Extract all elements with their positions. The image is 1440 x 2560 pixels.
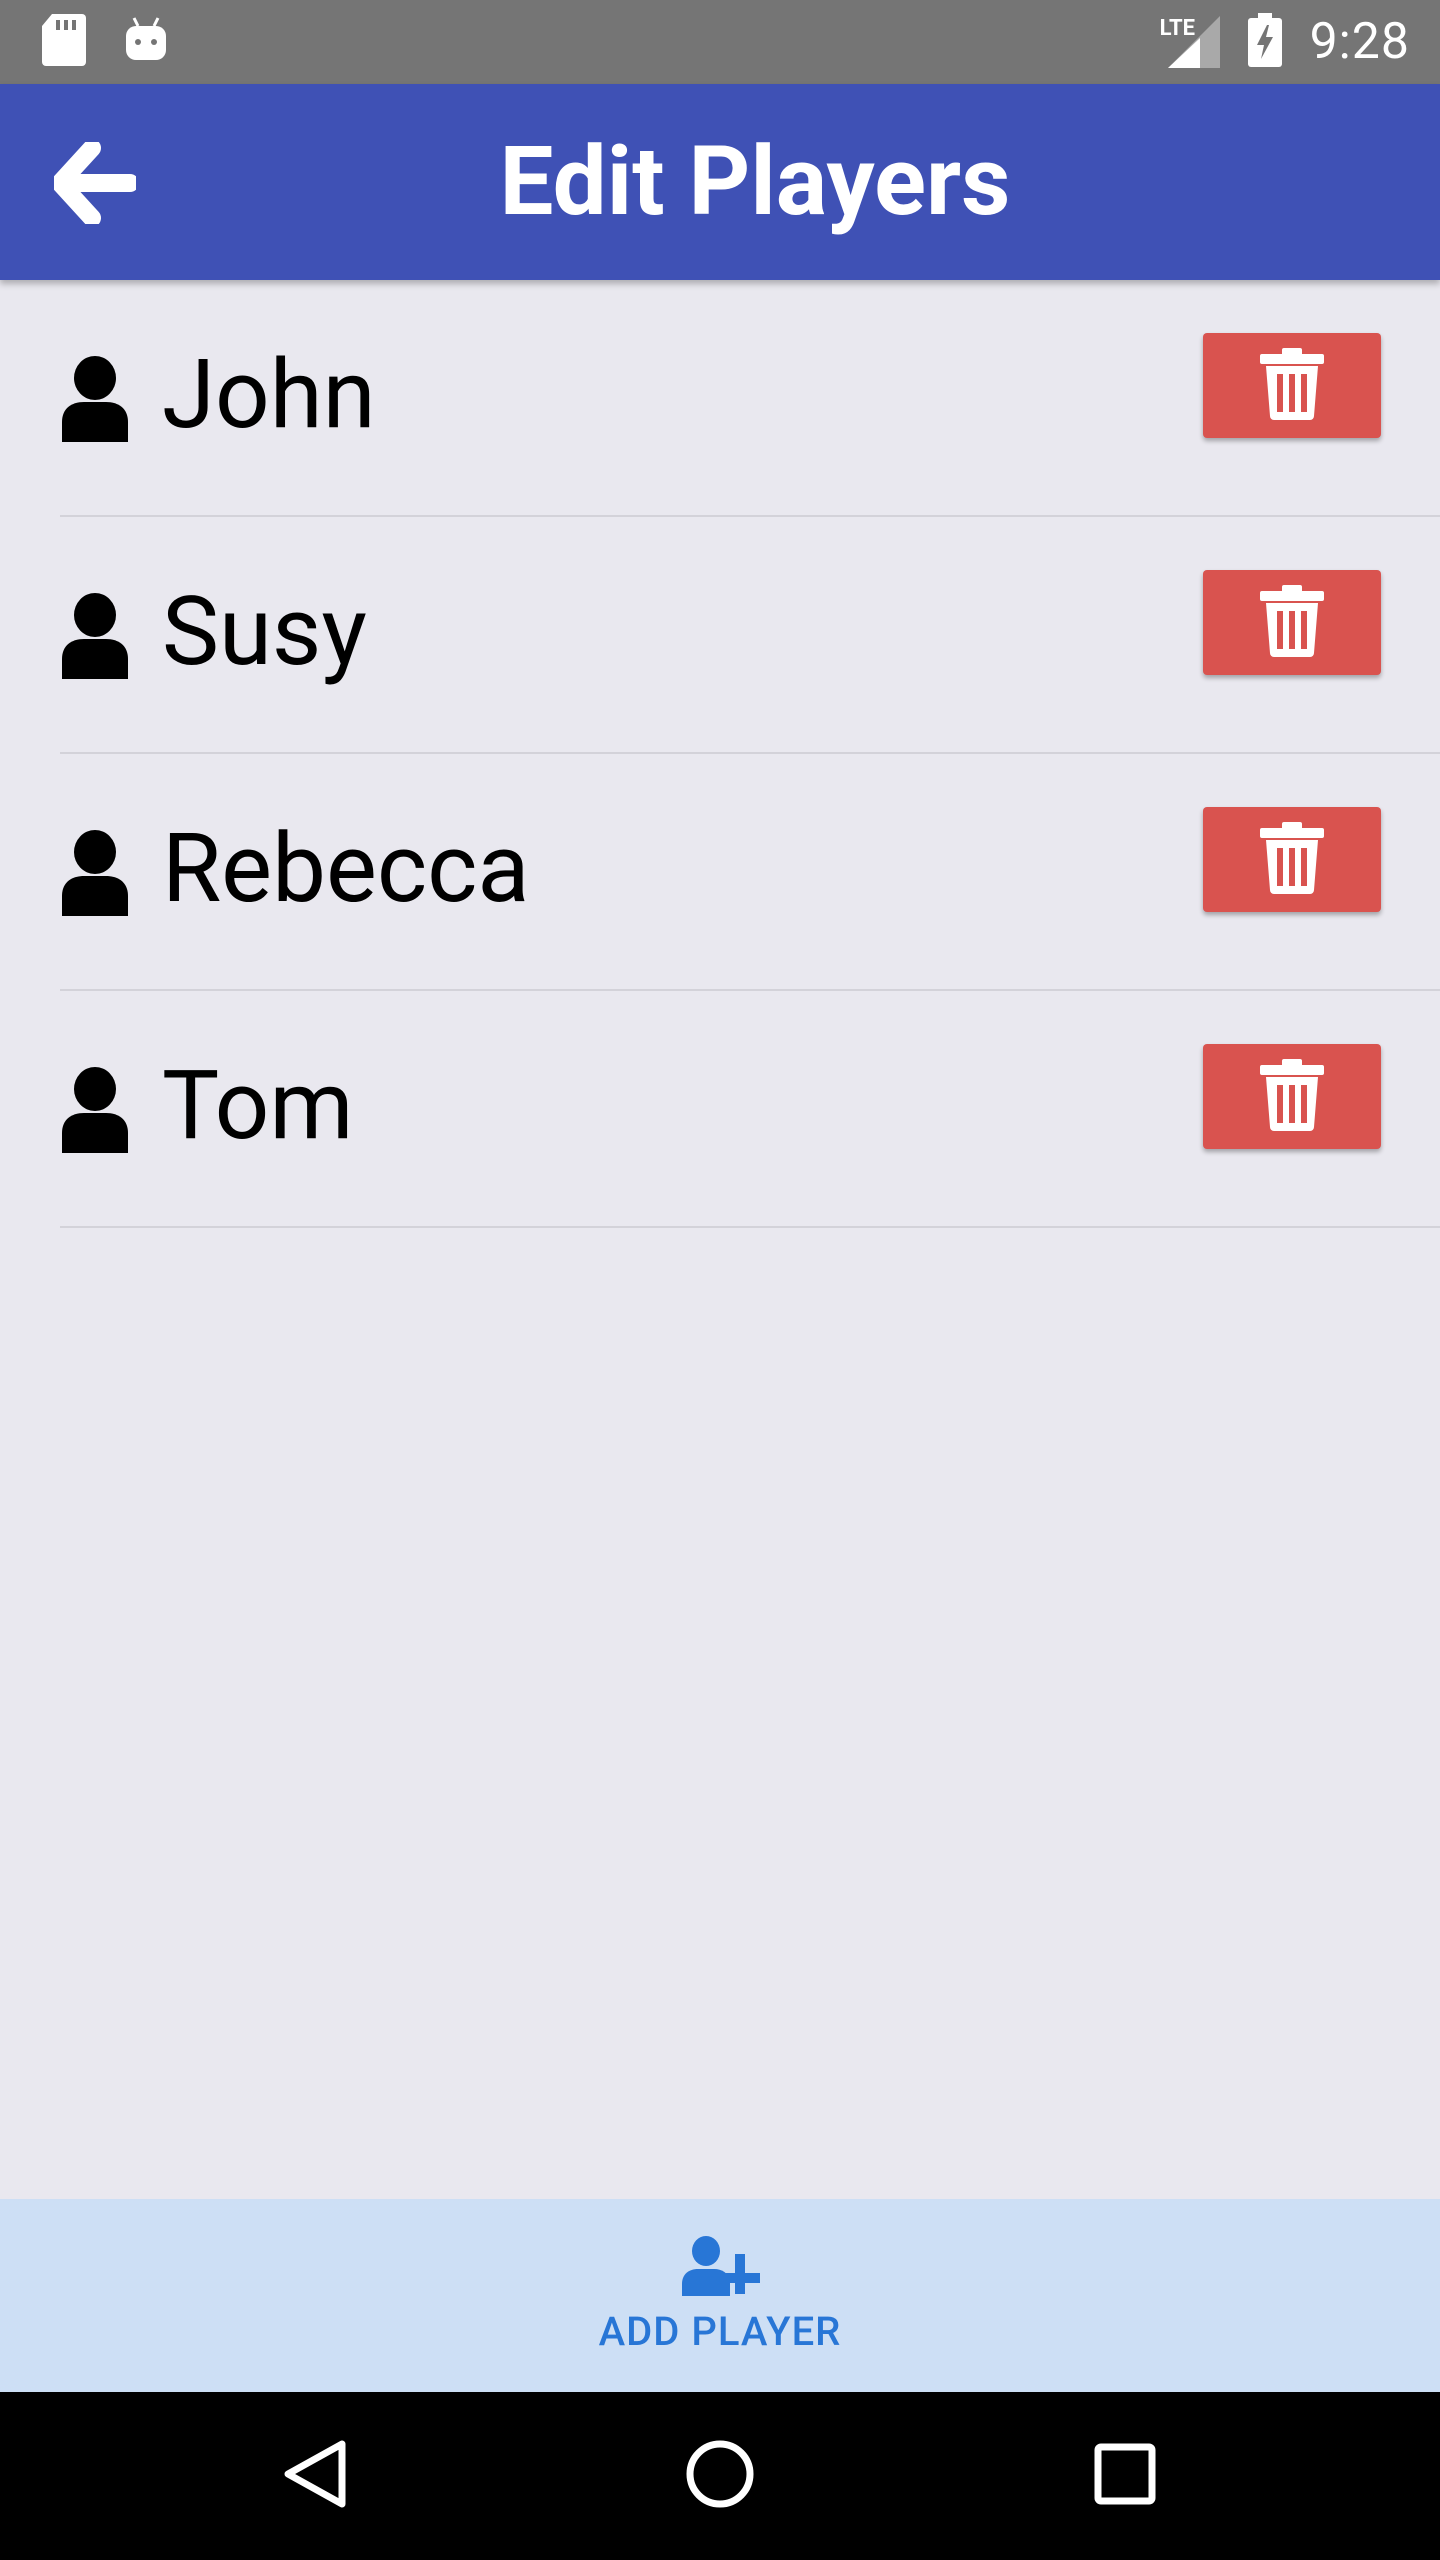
clock: 9:28	[1309, 13, 1410, 71]
add-player-button[interactable]: ADD PLAYER	[0, 2199, 1440, 2392]
delete-player-button[interactable]	[1203, 333, 1381, 438]
player-row: Rebecca	[0, 754, 1440, 991]
trash-icon	[1260, 821, 1324, 898]
player-name: Tom	[162, 1050, 354, 1162]
delete-player-button[interactable]	[1203, 570, 1381, 675]
back-triangle-icon	[280, 2438, 350, 2514]
battery-charging-icon	[1247, 13, 1282, 71]
player-name: John	[162, 339, 376, 451]
player-row: Susy	[0, 517, 1440, 754]
user-plus-icon	[680, 2236, 760, 2300]
delete-player-button[interactable]	[1203, 1044, 1381, 1149]
player-name: Susy	[162, 576, 367, 688]
page-title: Edit Players	[499, 126, 1011, 238]
person-icon	[58, 830, 132, 916]
add-player-label: ADD PLAYER	[598, 2308, 842, 2355]
app-bar: Edit Players	[0, 84, 1440, 280]
nav-recents-button[interactable]	[1075, 2426, 1175, 2526]
player-row: Tom	[0, 991, 1440, 1228]
nav-back-button[interactable]	[265, 2426, 365, 2526]
player-list: John Susy Rebecca Tom	[0, 280, 1440, 1228]
home-circle-icon	[684, 2438, 756, 2514]
recents-square-icon	[1094, 2443, 1156, 2509]
trash-icon	[1260, 584, 1324, 661]
person-icon	[58, 356, 132, 442]
signal-icon: LTE	[1160, 16, 1220, 68]
android-icon	[124, 16, 168, 68]
navigation-bar	[0, 2392, 1440, 2560]
person-icon	[58, 593, 132, 679]
nav-home-button[interactable]	[670, 2426, 770, 2526]
trash-icon	[1260, 1058, 1324, 1135]
player-name: Rebecca	[162, 813, 530, 925]
person-icon	[58, 1067, 132, 1153]
delete-player-button[interactable]	[1203, 807, 1381, 912]
player-row: John	[0, 280, 1440, 517]
sd-card-icon	[42, 14, 86, 70]
status-bar: LTE 9:28	[0, 0, 1440, 84]
trash-icon	[1260, 347, 1324, 424]
